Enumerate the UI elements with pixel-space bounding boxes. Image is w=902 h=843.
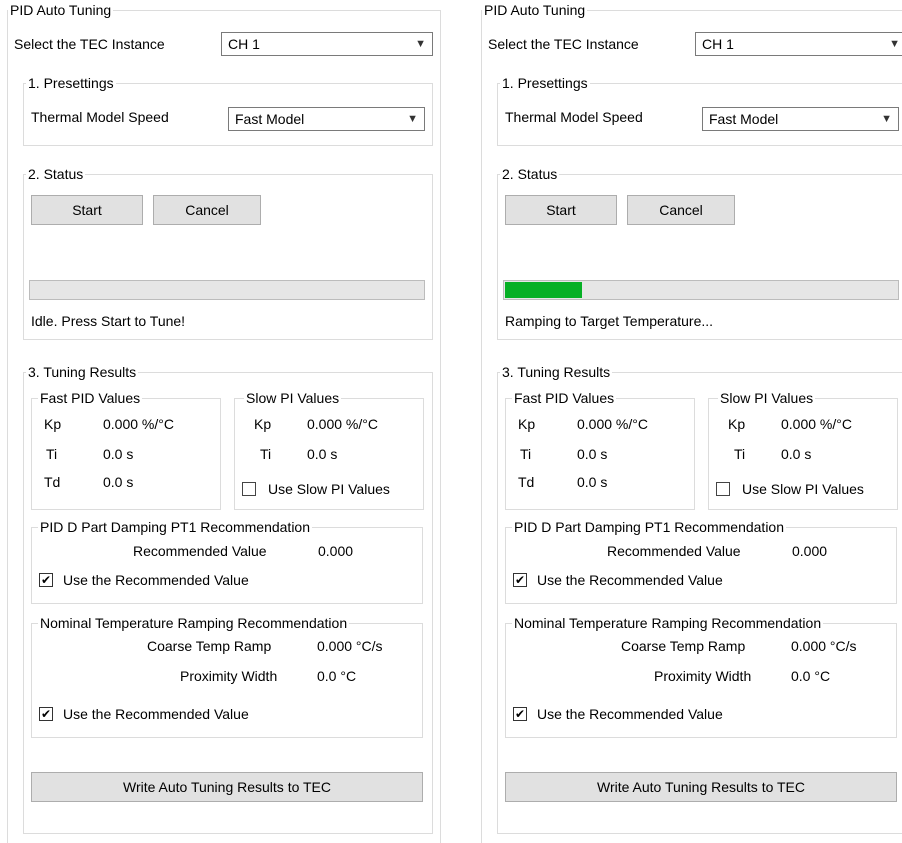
tec-instance-label: Select the TEC Instance bbox=[14, 36, 165, 52]
ramping-title: Nominal Temperature Ramping Recommendati… bbox=[38, 615, 350, 631]
coarse-temp-ramp-value: 0.000 °C/s bbox=[791, 638, 857, 654]
damping-group bbox=[31, 527, 423, 604]
slow-pi-title: Slow PI Values bbox=[718, 390, 816, 406]
use-ramping-recommended-checkbox[interactable]: ✔ bbox=[513, 707, 527, 721]
pid-auto-tuning-title: PID Auto Tuning bbox=[8, 2, 114, 18]
tuning-progress-fill bbox=[505, 282, 582, 298]
coarse-temp-ramp-label: Coarse Temp Ramp bbox=[147, 638, 272, 654]
fast-td-value: 0.0 s bbox=[103, 474, 134, 490]
pid-auto-tuning-panel: PID Auto Tuning Select the TEC Instance … bbox=[4, 0, 444, 843]
use-damping-recommended-label[interactable]: Use the Recommended Value bbox=[63, 571, 249, 589]
cancel-button[interactable]: Cancel bbox=[153, 195, 261, 225]
fast-kp-label: Kp bbox=[44, 416, 62, 432]
use-slow-pi-label[interactable]: Use Slow PI Values bbox=[268, 480, 390, 498]
fast-pid-title: Fast PID Values bbox=[38, 390, 143, 406]
proximity-width-label: Proximity Width bbox=[180, 668, 278, 684]
recommended-value-label: Recommended Value bbox=[607, 543, 741, 559]
damping-title: PID D Part Damping PT1 Recommendation bbox=[38, 519, 312, 535]
use-ramping-recommended-label[interactable]: Use the Recommended Value bbox=[63, 705, 249, 723]
checkmark-icon: ✔ bbox=[514, 707, 526, 721]
thermal-model-speed-label: Thermal Model Speed bbox=[31, 109, 169, 125]
status-message: Ramping to Target Temperature... bbox=[505, 313, 714, 329]
fast-td-label: Td bbox=[518, 474, 535, 490]
fast-ti-value: 0.0 s bbox=[577, 446, 608, 462]
tuning-results-title: 3. Tuning Results bbox=[500, 364, 613, 380]
use-damping-recommended-checkbox[interactable]: ✔ bbox=[513, 573, 527, 587]
slow-kp-label: Kp bbox=[728, 416, 746, 432]
recommended-value-label: Recommended Value bbox=[133, 543, 267, 559]
proximity-width-value: 0.0 °C bbox=[317, 668, 357, 684]
thermal-model-speed-value: Fast Model bbox=[709, 111, 779, 127]
thermal-model-speed-label: Thermal Model Speed bbox=[505, 109, 643, 125]
pid-auto-tuning-panel: PID Auto Tuning Select the TEC Instance … bbox=[478, 0, 902, 843]
use-ramping-recommended-checkbox[interactable]: ✔ bbox=[39, 707, 53, 721]
fast-ti-label: Ti bbox=[46, 446, 58, 462]
fast-ti-value: 0.0 s bbox=[103, 446, 134, 462]
fast-td-value: 0.0 s bbox=[577, 474, 608, 490]
write-results-button[interactable]: Write Auto Tuning Results to TEC bbox=[505, 772, 897, 802]
chevron-down-icon: ▼ bbox=[881, 113, 892, 125]
start-button[interactable]: Start bbox=[505, 195, 617, 225]
slow-pi-title: Slow PI Values bbox=[244, 390, 342, 406]
damping-title: PID D Part Damping PT1 Recommendation bbox=[512, 519, 786, 535]
pid-auto-tuning-title: PID Auto Tuning bbox=[482, 2, 588, 18]
slow-kp-value: 0.000 %/°C bbox=[781, 416, 852, 432]
use-ramping-recommended-label[interactable]: Use the Recommended Value bbox=[537, 705, 723, 723]
tec-instance-select[interactable]: CH 1 ▼ bbox=[695, 32, 902, 56]
chevron-down-icon: ▼ bbox=[415, 38, 426, 50]
proximity-width-value: 0.0 °C bbox=[791, 668, 831, 684]
use-damping-recommended-checkbox[interactable]: ✔ bbox=[39, 573, 53, 587]
status-title: 2. Status bbox=[26, 166, 86, 182]
coarse-temp-ramp-value: 0.000 °C/s bbox=[317, 638, 383, 654]
cancel-button[interactable]: Cancel bbox=[627, 195, 735, 225]
status-title: 2. Status bbox=[500, 166, 560, 182]
slow-ti-value: 0.0 s bbox=[307, 446, 338, 462]
use-slow-pi-label[interactable]: Use Slow PI Values bbox=[742, 480, 864, 498]
presettings-title: 1. Presettings bbox=[26, 75, 116, 91]
slow-ti-value: 0.0 s bbox=[781, 446, 812, 462]
slow-ti-label: Ti bbox=[734, 446, 746, 462]
proximity-width-label: Proximity Width bbox=[654, 668, 752, 684]
recommended-value: 0.000 bbox=[792, 543, 828, 559]
slow-kp-value: 0.000 %/°C bbox=[307, 416, 378, 432]
tec-instance-select[interactable]: CH 1 ▼ bbox=[221, 32, 433, 56]
tec-instance-value: CH 1 bbox=[702, 36, 734, 52]
start-button[interactable]: Start bbox=[31, 195, 143, 225]
tec-instance-value: CH 1 bbox=[228, 36, 260, 52]
checkmark-icon: ✔ bbox=[40, 573, 52, 587]
coarse-temp-ramp-label: Coarse Temp Ramp bbox=[621, 638, 746, 654]
fast-kp-label: Kp bbox=[518, 416, 536, 432]
fast-ti-label: Ti bbox=[520, 446, 532, 462]
fast-kp-value: 0.000 %/°C bbox=[103, 416, 174, 432]
chevron-down-icon: ▼ bbox=[407, 113, 418, 125]
thermal-model-speed-select[interactable]: Fast Model ▼ bbox=[228, 107, 425, 131]
use-slow-pi-checkbox[interactable] bbox=[716, 482, 730, 496]
status-message: Idle. Press Start to Tune! bbox=[31, 313, 186, 329]
recommended-value: 0.000 bbox=[318, 543, 354, 559]
tuning-progress-bar bbox=[29, 280, 425, 300]
presettings-title: 1. Presettings bbox=[500, 75, 590, 91]
tuning-results-title: 3. Tuning Results bbox=[26, 364, 139, 380]
tuning-progress-bar bbox=[503, 280, 899, 300]
checkmark-icon: ✔ bbox=[40, 707, 52, 721]
slow-kp-label: Kp bbox=[254, 416, 272, 432]
use-damping-recommended-label[interactable]: Use the Recommended Value bbox=[537, 571, 723, 589]
chevron-down-icon: ▼ bbox=[889, 38, 900, 50]
checkmark-icon: ✔ bbox=[514, 573, 526, 587]
slow-ti-label: Ti bbox=[260, 446, 272, 462]
tec-instance-label: Select the TEC Instance bbox=[488, 36, 639, 52]
use-slow-pi-checkbox[interactable] bbox=[242, 482, 256, 496]
thermal-model-speed-select[interactable]: Fast Model ▼ bbox=[702, 107, 899, 131]
fast-pid-title: Fast PID Values bbox=[512, 390, 617, 406]
thermal-model-speed-value: Fast Model bbox=[235, 111, 305, 127]
fast-kp-value: 0.000 %/°C bbox=[577, 416, 648, 432]
damping-group bbox=[505, 527, 897, 604]
ramping-title: Nominal Temperature Ramping Recommendati… bbox=[512, 615, 824, 631]
fast-td-label: Td bbox=[44, 474, 61, 490]
write-results-button[interactable]: Write Auto Tuning Results to TEC bbox=[31, 772, 423, 802]
